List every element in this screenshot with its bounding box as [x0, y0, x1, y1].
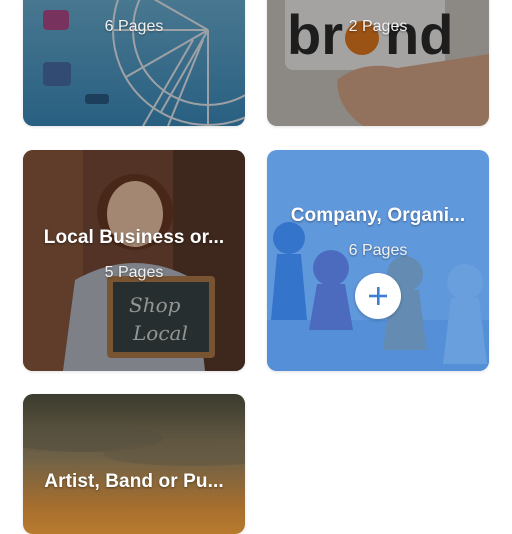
card-title: Local Business or... [43, 227, 225, 248]
card-title: Company, Organi... [290, 205, 466, 226]
template-card-company[interactable]: Company, Organi... 6 Pages [267, 150, 489, 371]
template-card-local-business[interactable]: Shop Local Local Business or... 5 Pages [23, 150, 245, 371]
page-count: 6 Pages [104, 18, 164, 35]
card-overlay [23, 394, 245, 534]
card-title: Artist, Band or Pu... [44, 471, 224, 492]
page-count: 6 Pages [348, 242, 408, 259]
template-card-artist[interactable]: Artist, Band or Pu... [23, 394, 245, 534]
card-selected-overlay [267, 150, 489, 371]
page-count: 5 Pages [104, 264, 164, 281]
add-template-button[interactable] [355, 273, 401, 319]
card-overlay [23, 150, 245, 371]
template-card-brand[interactable]: br nd 2 Pages [267, 0, 489, 126]
plus-icon [369, 287, 387, 305]
page-count: 2 Pages [348, 18, 408, 35]
template-card-ferris-wheel[interactable]: 6 Pages [23, 0, 245, 126]
